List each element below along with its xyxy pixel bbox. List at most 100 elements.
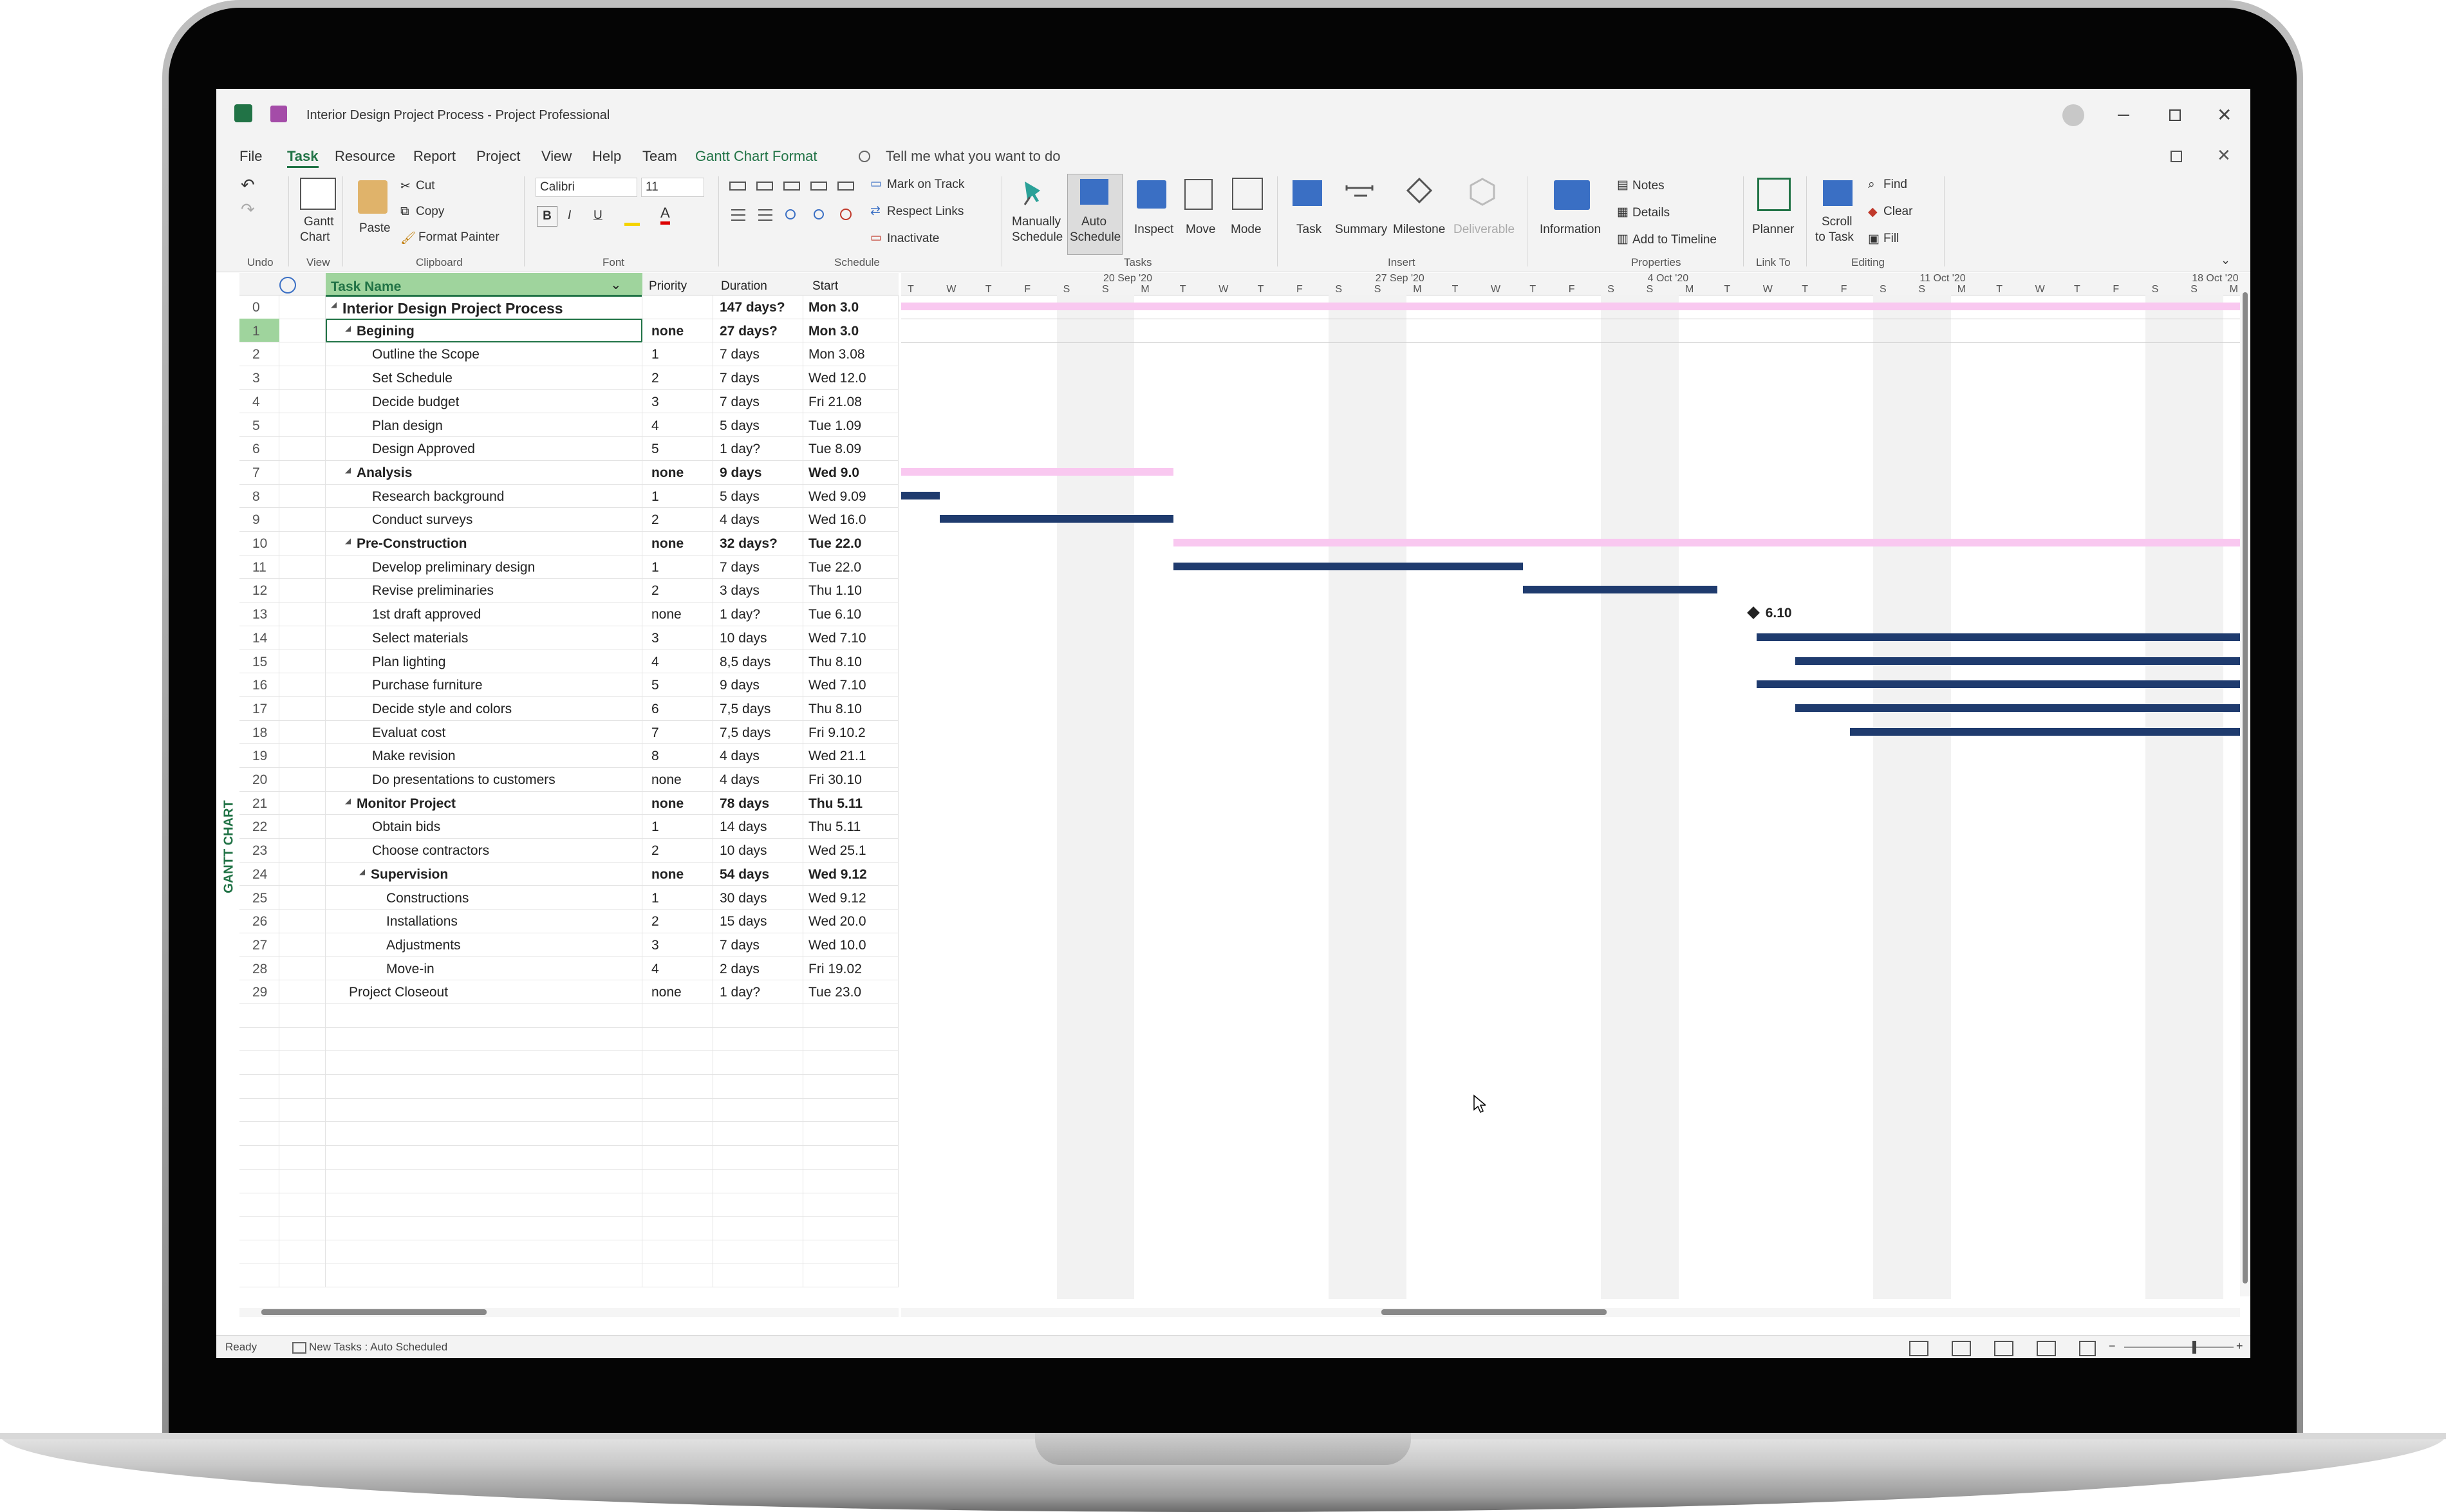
task-priority[interactable]: 3: [651, 938, 659, 953]
account-avatar[interactable]: [2062, 104, 2084, 126]
task-start[interactable]: Wed 7.10: [808, 678, 896, 693]
task-name[interactable]: Select materials: [372, 631, 468, 646]
table-row[interactable]: 8 Research background 1 5 days Wed 9.09: [239, 483, 899, 509]
mark-on-track-button[interactable]: Mark on Track: [887, 178, 964, 192]
row-id[interactable]: 22: [252, 819, 267, 835]
planner-icon[interactable]: [1757, 178, 1791, 211]
details-button[interactable]: Details: [1632, 206, 1670, 220]
row-id[interactable]: 11: [252, 560, 266, 575]
task-duration[interactable]: 1 day?: [720, 442, 760, 457]
empty-row[interactable]: [239, 1145, 899, 1170]
task-bar[interactable]: [1756, 680, 2250, 689]
task-name[interactable]: Develop preliminary design: [372, 560, 535, 575]
row-id[interactable]: 18: [252, 725, 267, 741]
task-priority[interactable]: 2: [651, 583, 659, 599]
collapse-ribbon-icon[interactable]: ⌄: [2221, 254, 2230, 267]
task-name-header[interactable]: Task Name: [331, 279, 401, 295]
scroll-to-task-icon[interactable]: [1823, 180, 1853, 206]
empty-row[interactable]: [239, 1121, 899, 1146]
underline-button[interactable]: U: [593, 209, 602, 223]
collapse-triangle-icon[interactable]: ◢: [345, 465, 351, 474]
row-id[interactable]: 29: [252, 985, 267, 1000]
task-name[interactable]: Plan design: [372, 418, 443, 434]
row-id[interactable]: 16: [252, 678, 267, 693]
table-row[interactable]: 3 Set Schedule 2 7 days Wed 12.0: [239, 366, 899, 390]
find-button[interactable]: Find: [1883, 178, 1907, 192]
task-name[interactable]: Installations: [386, 914, 458, 929]
task-start[interactable]: Fri 30.10: [808, 772, 896, 788]
task-name[interactable]: Project Closeout: [349, 985, 448, 1000]
task-priority[interactable]: none: [651, 324, 684, 339]
empty-row[interactable]: [239, 1240, 899, 1264]
move-button[interactable]: Move: [1186, 223, 1215, 237]
manually-schedule-line2[interactable]: Schedule: [1012, 230, 1063, 245]
row-id[interactable]: 13: [252, 607, 267, 622]
table-row[interactable]: 6 Design Approved 5 1 day? Tue 8.09: [239, 436, 899, 461]
status-new-tasks[interactable]: New Tasks : Auto Scheduled: [309, 1341, 447, 1354]
task-priority[interactable]: none: [651, 796, 684, 812]
empty-row[interactable]: [239, 1074, 899, 1099]
milestone-diamond[interactable]: [1746, 606, 1760, 619]
task-priority[interactable]: none: [651, 607, 682, 622]
info-column-icon[interactable]: [279, 277, 296, 294]
task-name[interactable]: Make revision: [372, 749, 456, 764]
task-duration[interactable]: 7 days: [720, 560, 760, 575]
row-id[interactable]: 2: [252, 347, 260, 362]
team-planner-shortcut-icon[interactable]: [1994, 1341, 2013, 1356]
highlight-icon[interactable]: [624, 210, 640, 226]
task-priority[interactable]: none: [651, 867, 684, 882]
task-priority[interactable]: 2: [651, 843, 659, 859]
paste-icon[interactable]: [358, 180, 387, 214]
row-id[interactable]: 24: [252, 867, 267, 882]
task-priority[interactable]: 1: [651, 347, 659, 362]
collapse-triangle-icon[interactable]: ◢: [345, 536, 351, 545]
task-duration[interactable]: 4 days: [720, 749, 760, 764]
manually-schedule-line1[interactable]: Manually: [1012, 215, 1061, 229]
empty-row[interactable]: [239, 1027, 899, 1052]
menu-task[interactable]: Task: [287, 148, 319, 168]
task-start[interactable]: Wed 21.1: [808, 749, 896, 764]
task-name[interactable]: Adjustments: [386, 938, 461, 953]
insert-task-button[interactable]: Task: [1296, 223, 1321, 237]
task-priority[interactable]: 5: [651, 442, 659, 457]
empty-row[interactable]: [239, 1168, 899, 1193]
row-id[interactable]: 20: [252, 772, 267, 788]
cut-button[interactable]: Cut: [416, 179, 435, 193]
row-id[interactable]: 4: [252, 395, 260, 410]
task-priority[interactable]: none: [651, 465, 684, 481]
row-id[interactable]: 25: [252, 891, 267, 906]
menu-help[interactable]: Help: [592, 148, 621, 165]
font-name-select[interactable]: Calibri: [536, 178, 637, 197]
collapse-triangle-icon[interactable]: ◢: [345, 796, 351, 805]
task-duration[interactable]: 7,5 days: [720, 702, 770, 717]
task-priority[interactable]: 2: [651, 371, 659, 386]
task-name[interactable]: Decide style and colors: [372, 702, 512, 717]
task-duration[interactable]: 8,5 days: [720, 655, 770, 670]
table-row[interactable]: 10 ◢ Pre-Construction none 32 days? Tue 22.0: [239, 531, 899, 555]
task-bar[interactable]: [1795, 704, 2243, 712]
percent-complete-buttons[interactable]: [729, 180, 870, 193]
collapse-triangle-icon[interactable]: ◢: [345, 324, 351, 333]
task-name[interactable]: Decide budget: [372, 395, 459, 410]
summary-icon[interactable]: [1344, 182, 1376, 205]
gantt-chart-button-line2[interactable]: Chart: [300, 230, 330, 245]
table-row[interactable]: 15 Plan lighting 4 8,5 days Thu 8.10: [239, 649, 899, 674]
row-id[interactable]: 17: [252, 702, 267, 717]
table-row[interactable]: 12 Revise preliminaries 2 3 days Thu 1.10: [239, 578, 899, 603]
task-start[interactable]: Mon 3.0: [808, 300, 896, 315]
task-usage-shortcut-icon[interactable]: [1952, 1341, 1971, 1356]
table-row[interactable]: 25 Constructions 1 30 days Wed 9.12: [239, 885, 899, 910]
italic-button[interactable]: I: [568, 209, 571, 223]
task-start[interactable]: Wed 9.0: [808, 465, 896, 481]
task-bar[interactable]: [1756, 633, 2250, 641]
task-priority[interactable]: 1: [651, 560, 659, 575]
font-size-select[interactable]: 11: [641, 178, 704, 197]
table-row[interactable]: 14 Select materials 3 10 days Wed 7.10: [239, 625, 899, 650]
task-priority[interactable]: 7: [651, 725, 659, 741]
row-id[interactable]: 26: [252, 914, 267, 929]
task-name[interactable]: Revise preliminaries: [372, 583, 494, 599]
maximize-icon[interactable]: [2169, 109, 2181, 121]
task-bar[interactable]: [901, 491, 940, 499]
row-id[interactable]: 7: [252, 465, 260, 481]
empty-row[interactable]: [239, 1097, 899, 1123]
